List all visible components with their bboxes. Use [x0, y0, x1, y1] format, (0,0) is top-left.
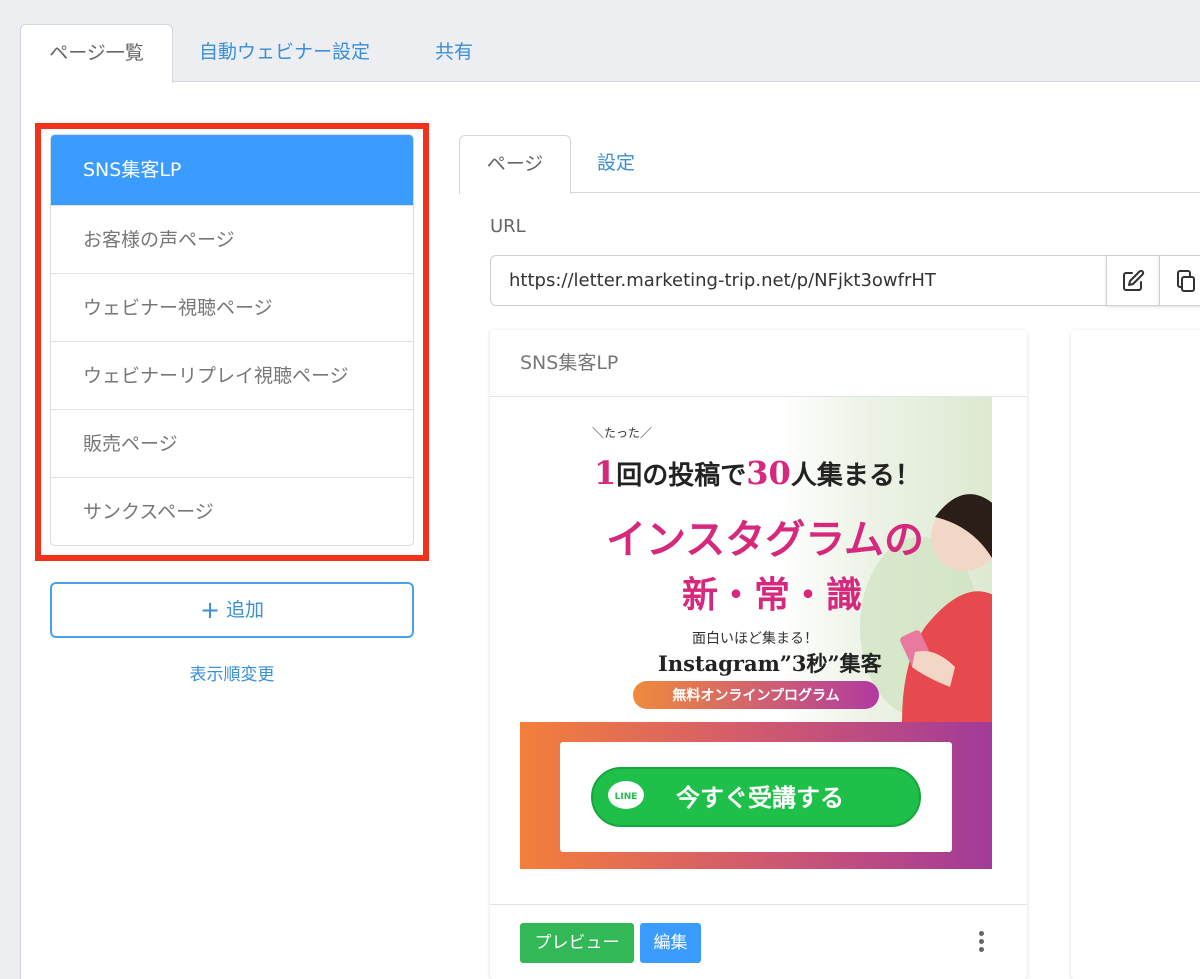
page-item-sales[interactable]: 販売ページ: [51, 409, 413, 477]
tab-page[interactable]: ページ: [459, 135, 571, 194]
page-item-thanks[interactable]: サンクスページ: [51, 477, 413, 545]
page-card: SNS集客LP ＼たった／ 1回の投稿で30人集まる！ インスタグラムの 新・常…: [490, 330, 1027, 979]
lp-main-title-1: インスタグラムの: [606, 516, 924, 563]
lp-sub-title: Instagram”3秒”集客: [658, 651, 883, 676]
edit-icon: [1123, 269, 1145, 291]
copy-url-button[interactable]: [1159, 255, 1200, 306]
lp-sub-text: 面白いほど集まる！: [692, 630, 818, 647]
lp-ribbon-text: 無料オンラインプログラム: [672, 687, 839, 704]
page-item-sns-lp[interactable]: SNS集客LP: [51, 135, 413, 205]
page-item-testimonials[interactable]: お客様の声ページ: [51, 205, 413, 273]
url-value: https://letter.marketing-trip.net/p/NFjk…: [509, 270, 936, 291]
card-title: SNS集客LP: [490, 330, 1027, 397]
tab-share[interactable]: 共有: [435, 24, 473, 82]
copy-icon: [1177, 269, 1195, 292]
lp-cta-text: 今すぐ受講する: [676, 784, 844, 812]
card-footer: プレビュー 編集: [490, 904, 1027, 979]
lp-small-text: ＼たった／: [592, 426, 652, 440]
lp-main-title-2: 新・常・識: [682, 574, 862, 616]
line-logo-text: LINE: [615, 792, 638, 802]
reorder-link[interactable]: 表示順変更: [50, 660, 414, 685]
url-field[interactable]: https://letter.marketing-trip.net/p/NFjk…: [490, 255, 1110, 306]
page-item-webinar-viewing[interactable]: ウェビナー視聴ページ: [51, 273, 413, 341]
top-tab-bar: ページ一覧 自動ウェビナー設定 共有: [20, 24, 1200, 83]
preview-button[interactable]: プレビュー: [520, 923, 634, 963]
more-options-icon[interactable]: [974, 931, 988, 957]
page-list: SNS集客LP お客様の声ページ ウェビナー視聴ページ ウェビナーリプレイ視聴ペ…: [50, 134, 414, 546]
tab-settings[interactable]: 設定: [597, 135, 635, 193]
url-label: URL: [490, 216, 526, 237]
inner-tab-bar: ページ 設定: [459, 135, 1200, 194]
edit-button[interactable]: 編集: [640, 923, 701, 963]
edit-url-button[interactable]: [1106, 255, 1160, 306]
page-item-webinar-replay[interactable]: ウェビナーリプレイ視聴ページ: [51, 341, 413, 409]
plus-icon: +: [199, 596, 221, 624]
lp-thumbnail: ＼たった／ 1回の投稿で30人集まる！ インスタグラムの 新・常・識 面白いほど…: [520, 397, 992, 869]
tab-page-list[interactable]: ページ一覧: [20, 24, 173, 83]
add-page-button[interactable]: + 追加: [50, 582, 414, 638]
add-button-label: 追加: [226, 599, 265, 621]
tab-auto-webinar-settings[interactable]: 自動ウェビナー設定: [199, 24, 370, 82]
second-page-card: [1071, 330, 1200, 979]
